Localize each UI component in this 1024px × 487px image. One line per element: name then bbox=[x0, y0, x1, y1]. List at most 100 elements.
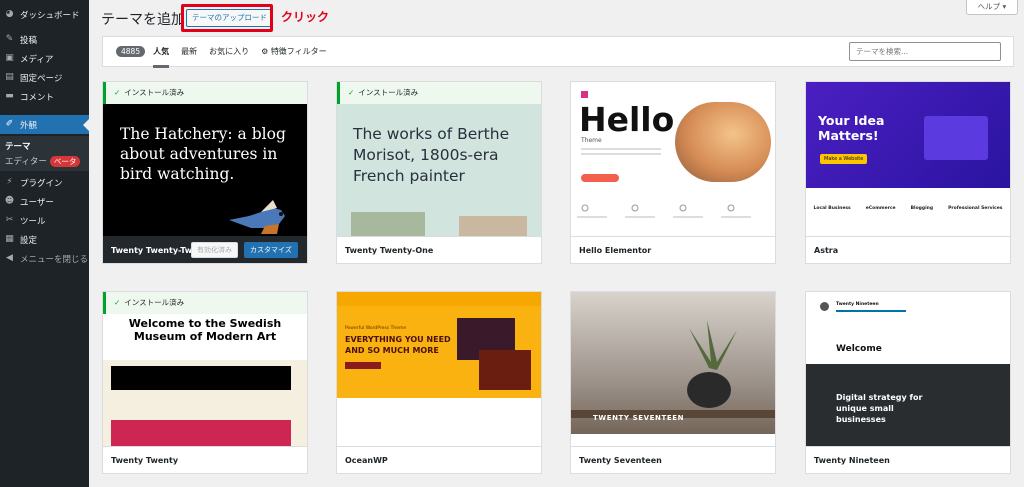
preview-headline: TWENTY SEVENTEEN bbox=[593, 414, 685, 422]
theme-card-oceanwp[interactable]: Powerful WordPress Theme EVERYTHING YOU … bbox=[336, 291, 542, 474]
preview-headline: Digital strategy for unique small busine… bbox=[836, 393, 923, 424]
check-icon: ✓ bbox=[114, 298, 121, 307]
gear-icon: ⚙ bbox=[261, 47, 271, 56]
feature-label: Professional Services bbox=[948, 206, 1003, 211]
astra-features: Local Business eCommerce Blogging Profes… bbox=[806, 206, 1010, 211]
help-tab-button[interactable]: ヘルプ ▾ bbox=[966, 0, 1018, 15]
preview-headline: Your Idea Matters! bbox=[818, 113, 885, 143]
preview-features bbox=[337, 398, 541, 446]
dashboard-icon: ◕ bbox=[5, 9, 14, 19]
preview-site-title: Twenty Nineteen bbox=[836, 302, 879, 307]
theme-card-twenty-twenty-one[interactable]: ✓ インストール済み The works of Berthe Morisot, 1… bbox=[336, 81, 542, 264]
activated-button: 有効化済み bbox=[191, 242, 238, 258]
feature-label: Local Business bbox=[813, 206, 851, 211]
wordpress-logo bbox=[820, 302, 829, 311]
theme-card-hello-elementor[interactable]: Hello Theme Hello Elementor bbox=[570, 81, 776, 264]
sidebar-item-label: ダッシュボード bbox=[20, 10, 80, 21]
sidebar-item-pages[interactable]: ▤ 固定ページ bbox=[0, 68, 89, 87]
preview-image bbox=[111, 420, 291, 446]
submenu-editor[interactable]: エディター ベータ bbox=[5, 155, 81, 167]
comment-icon: ▬ bbox=[5, 91, 14, 101]
preview-subtitle: Theme bbox=[581, 137, 602, 144]
theme-screenshot: Hello Theme bbox=[571, 82, 775, 236]
check-icon: ✓ bbox=[348, 88, 355, 97]
wrench-icon: ✂ bbox=[5, 215, 14, 225]
preview-headline: EVERYTHING YOU NEED AND SO MUCH MORE bbox=[345, 335, 451, 355]
theme-card-twenty-nineteen[interactable]: Twenty Nineteen Welcome Digital strategy… bbox=[805, 291, 1011, 474]
sidebar-item-label: 投稿 bbox=[20, 35, 38, 46]
tab-latest[interactable]: 最新 bbox=[181, 36, 197, 67]
installed-notice: ✓ インストール済み bbox=[103, 82, 307, 104]
pin-icon: ✎ bbox=[5, 34, 14, 44]
preview-headline: Welcome to the Swedish Museum of Modern … bbox=[128, 317, 282, 343]
theme-name: Twenty Seventeen bbox=[571, 446, 775, 473]
theme-name: Astra bbox=[806, 236, 1010, 263]
theme-name: OceanWP bbox=[337, 446, 541, 473]
plant-illustration bbox=[687, 320, 737, 408]
submenu-themes[interactable]: テーマ bbox=[5, 140, 31, 152]
installed-notice: ✓ インストール済み bbox=[103, 292, 307, 314]
theme-filter-bar: 4885 人気 最新 お気に入り ⚙ 特徴フィルター bbox=[102, 36, 1014, 68]
preview-button bbox=[345, 362, 381, 369]
theme-name: Twenty Twenty bbox=[103, 446, 307, 473]
feature-filter-label: 特徴フィルター bbox=[270, 47, 327, 56]
theme-card-astra[interactable]: Your Idea Matters! Make a Website Local … bbox=[805, 81, 1011, 264]
theme-card-twenty-seventeen[interactable]: TWENTY SEVENTEEN Twenty Seventeen bbox=[570, 291, 776, 474]
annotation-click-label: クリック bbox=[281, 10, 330, 24]
installed-label: インストール済み bbox=[124, 298, 185, 307]
sidebar-item-settings[interactable]: ▦ 設定 bbox=[0, 230, 89, 249]
installed-label: インストール済み bbox=[124, 88, 185, 97]
sidebar-item-label: プラグイン bbox=[20, 178, 63, 189]
sidebar-item-tools[interactable]: ✂ ツール bbox=[0, 211, 89, 230]
tab-favorites[interactable]: お気に入り bbox=[209, 36, 249, 67]
preview-headline: The Hatchery: a blog about adventures in… bbox=[120, 125, 286, 183]
preview-nav bbox=[836, 310, 906, 312]
settings-icon: ▦ bbox=[5, 234, 14, 244]
painting-thumbnail bbox=[351, 212, 425, 236]
feature-filter-button[interactable]: ⚙ 特徴フィルター bbox=[261, 36, 327, 67]
beta-badge: ベータ bbox=[49, 156, 81, 167]
appearance-submenu: テーマ エディター ベータ bbox=[0, 136, 89, 171]
feature-label: Blogging bbox=[910, 206, 934, 211]
preview-navbar bbox=[337, 292, 541, 306]
preview-menu-bar bbox=[571, 434, 775, 446]
preview-text-line bbox=[581, 153, 661, 155]
media-icon: ▣ bbox=[5, 53, 14, 63]
brush-icon: ✐ bbox=[5, 119, 14, 129]
main-content: テーマを追加 テーマのアップロード クリック ヘルプ ▾ 4885 人気 最新 … bbox=[89, 0, 1024, 487]
theme-search-input[interactable] bbox=[849, 42, 1001, 61]
theme-screenshot: Twenty Nineteen Welcome Digital strategy… bbox=[806, 292, 1010, 446]
sidebar-item-media[interactable]: ▣ メディア bbox=[0, 49, 89, 68]
sidebar-item-comments[interactable]: ▬ コメント bbox=[0, 87, 89, 106]
sidebar-item-label: メニューを閉じる bbox=[20, 254, 89, 265]
preview-button bbox=[581, 174, 619, 182]
sidebar-item-dashboard[interactable]: ◕ ダッシュボード bbox=[0, 5, 89, 24]
sidebar-collapse[interactable]: ◀ メニューを閉じる bbox=[0, 249, 89, 268]
tab-popular[interactable]: 人気 bbox=[153, 36, 170, 68]
theme-screenshot: Your Idea Matters! Make a Website Local … bbox=[806, 82, 1010, 236]
user-icon: ☻ bbox=[4, 196, 15, 206]
bird-illustration bbox=[229, 200, 285, 234]
preview-button: Make a Website bbox=[820, 154, 868, 164]
customize-button[interactable]: カスタマイズ bbox=[244, 242, 298, 258]
theme-name: Hello Elementor bbox=[571, 236, 775, 263]
sidebar-item-appearance[interactable]: ✐ 外観 bbox=[0, 115, 89, 134]
page-title: テーマを追加 bbox=[101, 12, 185, 28]
check-icon: ✓ bbox=[114, 88, 121, 97]
preview-kicker: Powerful WordPress Theme bbox=[345, 326, 407, 331]
sidebar-item-label: メディア bbox=[20, 54, 54, 65]
admin-sidebar: ◕ ダッシュボード ✎ 投稿 ▣ メディア ▤ 固定ページ ▬ コメント ✐ 外観 テーマ … bbox=[0, 0, 89, 487]
preview-welcome: Welcome bbox=[836, 344, 882, 354]
elementor-logo bbox=[581, 91, 588, 98]
sidebar-item-plugins[interactable]: ⚡ プラグイン bbox=[0, 173, 89, 192]
theme-card-twenty-twenty[interactable]: ✓ インストール済み Welcome to the Swedish Museum … bbox=[102, 291, 308, 474]
installed-notice: ✓ インストール済み bbox=[337, 82, 541, 104]
upload-theme-button[interactable]: テーマのアップロード bbox=[186, 9, 273, 27]
sidebar-item-posts[interactable]: ✎ 投稿 bbox=[0, 30, 89, 49]
theme-card-twenty-twenty-two[interactable]: ✓ インストール済み The Hatchery: a blog about adv… bbox=[102, 81, 308, 264]
sidebar-item-users[interactable]: ☻ ユーザー bbox=[0, 192, 89, 211]
feature-icons-row bbox=[577, 204, 751, 218]
theme-screenshot: Powerful WordPress Theme EVERYTHING YOU … bbox=[337, 292, 541, 446]
sidebar-item-label: 設定 bbox=[20, 235, 38, 246]
installed-label: インストール済み bbox=[358, 88, 419, 97]
